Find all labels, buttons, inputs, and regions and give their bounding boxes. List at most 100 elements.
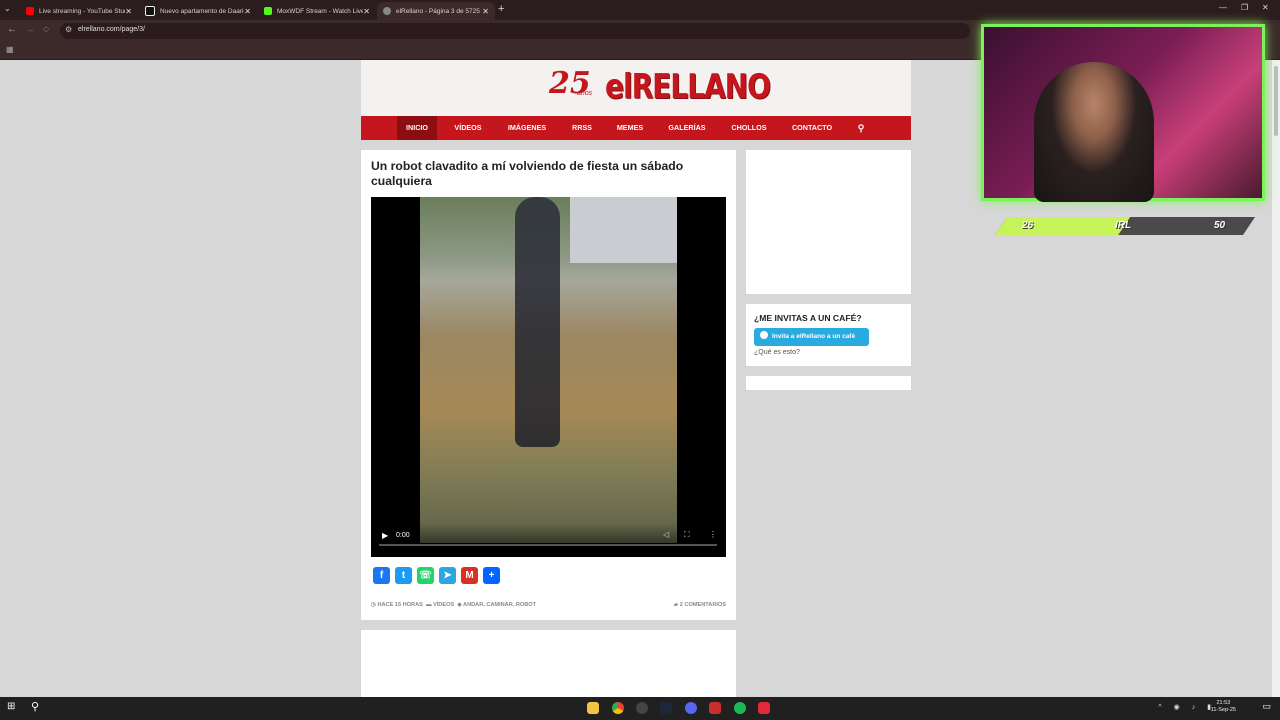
robot-figure [515,197,560,447]
folder-icon: ▬ [425,602,432,608]
coffee-cup-icon [760,331,768,339]
loading-icon[interactable]: ◌ [43,24,49,35]
gmail-share-icon[interactable]: M [461,567,478,584]
search-icon[interactable]: ⚲ [851,116,871,140]
system-tray[interactable]: ^ ◉ ♪ ▮ [1158,703,1216,711]
site-header: 25 años elRELLANO [361,60,911,116]
tiktok-icon [145,6,155,16]
windows-start-icon[interactable]: ⊞ [7,701,15,712]
game-launcher-icon[interactable] [709,702,721,714]
obs-icon[interactable] [636,702,648,714]
comment-icon: ▰ [673,602,679,608]
share-icon[interactable]: + [483,567,500,584]
nav-rrss[interactable]: RRSS [567,116,597,140]
tab-youtube-studio[interactable]: Live streaming - YouTube Studio ✕ [20,2,138,20]
background-building [570,197,677,263]
stream-goal-bar: 26 IRL 50 [995,217,1255,235]
tab-title: Nuevo apartamento de Daaric… [160,7,245,15]
close-icon[interactable]: ✕ [482,7,489,16]
nav-memes[interactable]: MEMES [611,116,649,140]
goal-current: 26 [1022,220,1034,231]
chrome-icon[interactable] [612,702,624,714]
next-article-card [361,630,736,700]
comments-count[interactable]: 2 COMENTARIOS [680,602,726,608]
article-category[interactable]: VÍDEOS [433,602,454,608]
tab-tiktok[interactable]: Nuevo apartamento de Daaric… ✕ [139,2,257,20]
sidebar-widget [746,376,911,390]
youtube-icon [26,7,34,15]
scrollbar-thumb[interactable] [1274,66,1278,136]
video-player[interactable]: ▶ 0:00 ◁ ⛶ ⋮ [371,197,726,557]
coffee-button-label: Invita a elRellano a un café [772,333,856,340]
back-icon[interactable]: ← [7,24,17,35]
search-icon[interactable]: ⚲ [31,700,39,713]
more-options-icon[interactable]: ⋮ [709,530,717,539]
volume-icon[interactable]: ◁ [663,530,669,539]
forward-icon[interactable]: → [25,24,35,35]
file-explorer-icon[interactable] [587,702,599,714]
site-info-icon[interactable]: ⚙ [65,25,72,34]
page-scrollbar[interactable] [1272,60,1280,697]
spotify-icon[interactable] [734,702,746,714]
facebook-share-icon[interactable]: f [373,567,390,584]
coffee-help-link[interactable]: ¿Qué es esto? [754,349,800,356]
article-date: HACE 15 HORAS [377,602,423,608]
address-bar[interactable]: ⚙ elrellano.com/page/3/ [60,23,970,39]
coffee-widget: ¿ME INVITAS A UN CAFÉ? Invita a elRellan… [746,304,911,366]
sidebar-ad-box [746,150,911,294]
nav-inicio[interactable]: INICIO [397,116,437,140]
restore-icon[interactable]: ❐ [1241,3,1248,12]
clock-icon: ◷ [371,602,376,608]
tab-kick-stream[interactable]: MoxWDF Stream - Watch Live … ✕ [258,2,376,20]
new-tab-icon[interactable]: + [498,3,504,15]
notifications-icon[interactable]: ▭ [1262,701,1271,712]
play-icon[interactable]: ▶ [382,531,388,540]
close-icon[interactable]: ✕ [244,7,251,16]
comments-link[interactable]: ▰ 2 COMENTARIOS [674,602,726,608]
site-logo[interactable]: 25 años elRELLANO [549,64,771,114]
article-meta: ◷ HACE 15 HORAS ▬ VÍDEOS ◆ ANDAR, CAMINA… [371,602,536,608]
windows-taskbar: ⊞ ⚲ ^ ◉ ♪ ▮ 21:53 11-Sep-25 ▭ [0,697,1280,720]
tab-search-icon[interactable]: ⌄ [4,4,11,13]
fullscreen-icon[interactable]: ⛶ [684,530,690,540]
minimize-icon[interactable]: — [1219,3,1227,12]
app-icon[interactable] [758,702,770,714]
article-title[interactable]: Un robot clavadito a mí volviendo de fie… [371,159,716,189]
tab-title: elRellano - Página 3 de 5725 - … [396,7,482,15]
telegram-share-icon[interactable]: ➤ [439,567,456,584]
logo-anniversary-label: años [577,90,593,97]
tab-elrellano[interactable]: elRellano - Página 3 de 5725 - … ✕ [377,2,495,20]
logo-wordmark: elRELLANO [605,66,771,107]
clock-time: 21:53 [1216,700,1231,706]
nav-contacto[interactable]: CONTACTO [786,116,838,140]
streamer-webcam [1034,62,1154,202]
url-text[interactable]: elrellano.com/page/3/ [78,26,145,33]
close-icon[interactable]: ✕ [125,7,132,16]
article-card: Un robot clavadito a mí volviendo de fie… [361,150,736,620]
close-window-icon[interactable]: ✕ [1262,3,1269,12]
nav-galerias[interactable]: GALERÍAS [664,116,710,140]
taskbar-clock[interactable]: 21:53 11-Sep-25 [1211,700,1236,714]
clock-date: 11-Sep-25 [1210,707,1236,713]
goal-bar-fill [995,217,1130,235]
nav-videos[interactable]: VÍDEOS [448,116,488,140]
browser-tab-bar: Live streaming - YouTube Studio ✕ Nuevo … [0,0,1280,20]
coffee-button[interactable]: Invita a elRellano a un café [754,328,869,346]
nav-chollos[interactable]: CHOLLOS [725,116,773,140]
tab-title: MoxWDF Stream - Watch Live … [277,7,364,15]
twitter-share-icon[interactable]: t [395,567,412,584]
whatsapp-share-icon[interactable]: ☏ [417,567,434,584]
webcam-overlay [981,24,1265,202]
steam-icon[interactable] [660,702,672,714]
coffee-title: ¿ME INVITAS A UN CAFÉ? [754,313,862,323]
nav-imagenes[interactable]: IMÁGENES [501,116,553,140]
video-time: 0:00 [396,532,410,539]
discord-icon[interactable] [685,702,697,714]
apps-icon[interactable]: ▦ [6,45,14,54]
video-controls: ▶ 0:00 ◁ ⛶ ⋮ [371,523,726,557]
video-progress-bar[interactable] [379,544,717,546]
goal-target: 50 [1214,220,1226,231]
video-thumbnail [420,197,677,543]
article-tags[interactable]: ANDAR, CAMINAR, ROBOT [463,602,536,608]
close-icon[interactable]: ✕ [363,7,370,16]
